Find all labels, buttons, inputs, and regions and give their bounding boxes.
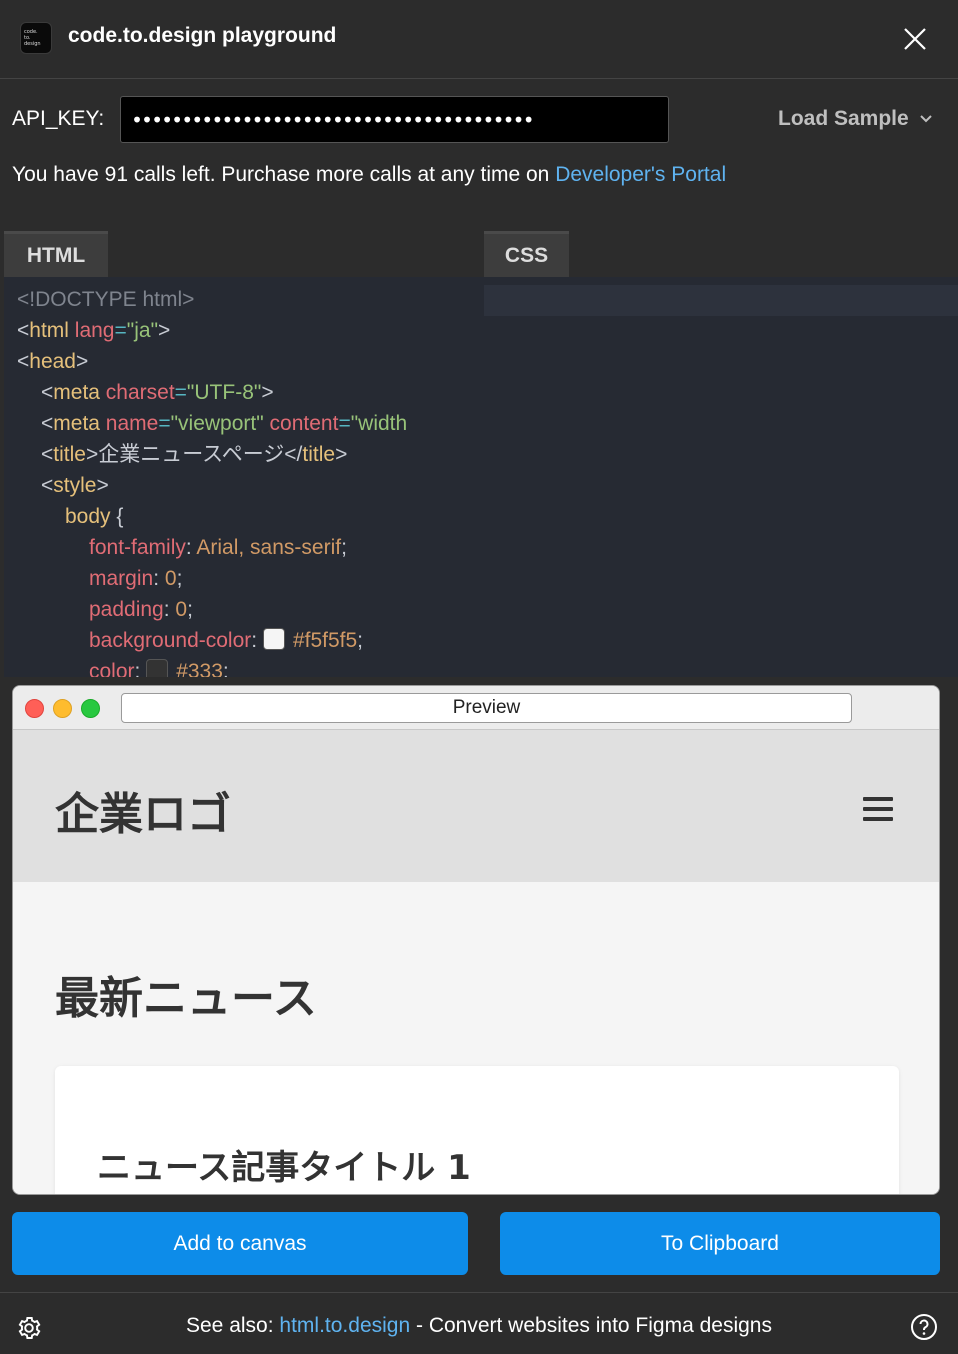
minimize-window-button[interactable] (53, 699, 72, 718)
code-line: font-family: Arial, sans-serif; (89, 536, 347, 559)
article-title: ニュース記事タイトル 1 (97, 1148, 471, 1188)
active-line-highlight (484, 285, 958, 316)
site-header: 企業ロゴ (13, 730, 939, 882)
news-card: ニュース記事タイトル 1 (55, 1066, 899, 1194)
code-line: padding: 0; (89, 598, 193, 621)
html-code-editor[interactable]: <!DOCTYPE html> <html lang="ja"> <head> … (4, 277, 484, 677)
color-swatch[interactable] (146, 659, 169, 677)
code-line: color: #333; (89, 656, 229, 677)
app-title: code.to.design playground (68, 24, 337, 47)
preview-titlebar: Preview (13, 686, 939, 730)
color-swatch[interactable] (262, 628, 285, 650)
footer: See also: html.to.design - Convert websi… (0, 1292, 958, 1354)
code-line: <html lang="ja"> (17, 319, 171, 342)
app-logo: code. to. design (20, 22, 52, 54)
code-line: <meta charset="UTF-8"> (41, 381, 274, 404)
site-main: 最新ニュース ニュース記事タイトル 1 (13, 882, 939, 1194)
load-sample-label: Load Sample (778, 107, 909, 130)
maximize-window-button[interactable] (81, 699, 100, 718)
close-window-button[interactable] (25, 699, 44, 718)
calls-remaining-text: You have 91 calls left. Purchase more ca… (12, 163, 726, 187)
close-icon[interactable] (900, 24, 930, 54)
chevron-down-icon (919, 115, 932, 123)
logo-line-3: design (24, 41, 41, 47)
api-key-label: API_KEY: (12, 107, 105, 130)
preview-address-bar: Preview (121, 693, 852, 723)
footer-text: See also: html.to.design - Convert websi… (0, 1314, 958, 1338)
add-to-canvas-button[interactable]: Add to canvas (12, 1212, 468, 1275)
preview-window: Preview 企業ロゴ 最新ニュース ニュース記事タイトル 1 (12, 685, 940, 1195)
to-clipboard-button[interactable]: To Clipboard (500, 1212, 940, 1275)
developers-portal-link[interactable]: Developer's Portal (555, 163, 726, 186)
api-key-input[interactable] (120, 96, 669, 143)
code-line: <meta name="viewport" content="width (41, 412, 408, 435)
hamburger-icon[interactable] (863, 797, 893, 823)
tab-html[interactable]: HTML (4, 231, 108, 277)
code-line: <style> (41, 474, 109, 497)
footer-suffix: - Convert websites into Figma designs (410, 1314, 772, 1337)
footer-prefix: See also: (186, 1314, 280, 1337)
calls-message: You have 91 calls left. Purchase more ca… (12, 163, 556, 186)
help-icon[interactable] (910, 1313, 938, 1341)
tab-css[interactable]: CSS (484, 231, 569, 277)
code-line: margin: 0; (89, 567, 183, 590)
code-line: <!DOCTYPE html> (17, 288, 195, 311)
code-line: body { (65, 505, 124, 528)
html-to-design-link[interactable]: html.to.design (279, 1314, 410, 1337)
code-line: <title>企業ニュースページ</title> (41, 443, 348, 466)
code-line: <head> (17, 350, 89, 373)
load-sample-dropdown[interactable]: Load Sample (778, 107, 933, 131)
news-heading: 最新ニュース (55, 973, 317, 1024)
plugin-header: code. to. design code.to.design playgrou… (0, 0, 958, 79)
css-code-editor[interactable] (484, 277, 958, 677)
site-logo: 企業ロゴ (55, 789, 231, 840)
code-line: background-color: #f5f5f5; (89, 628, 364, 652)
